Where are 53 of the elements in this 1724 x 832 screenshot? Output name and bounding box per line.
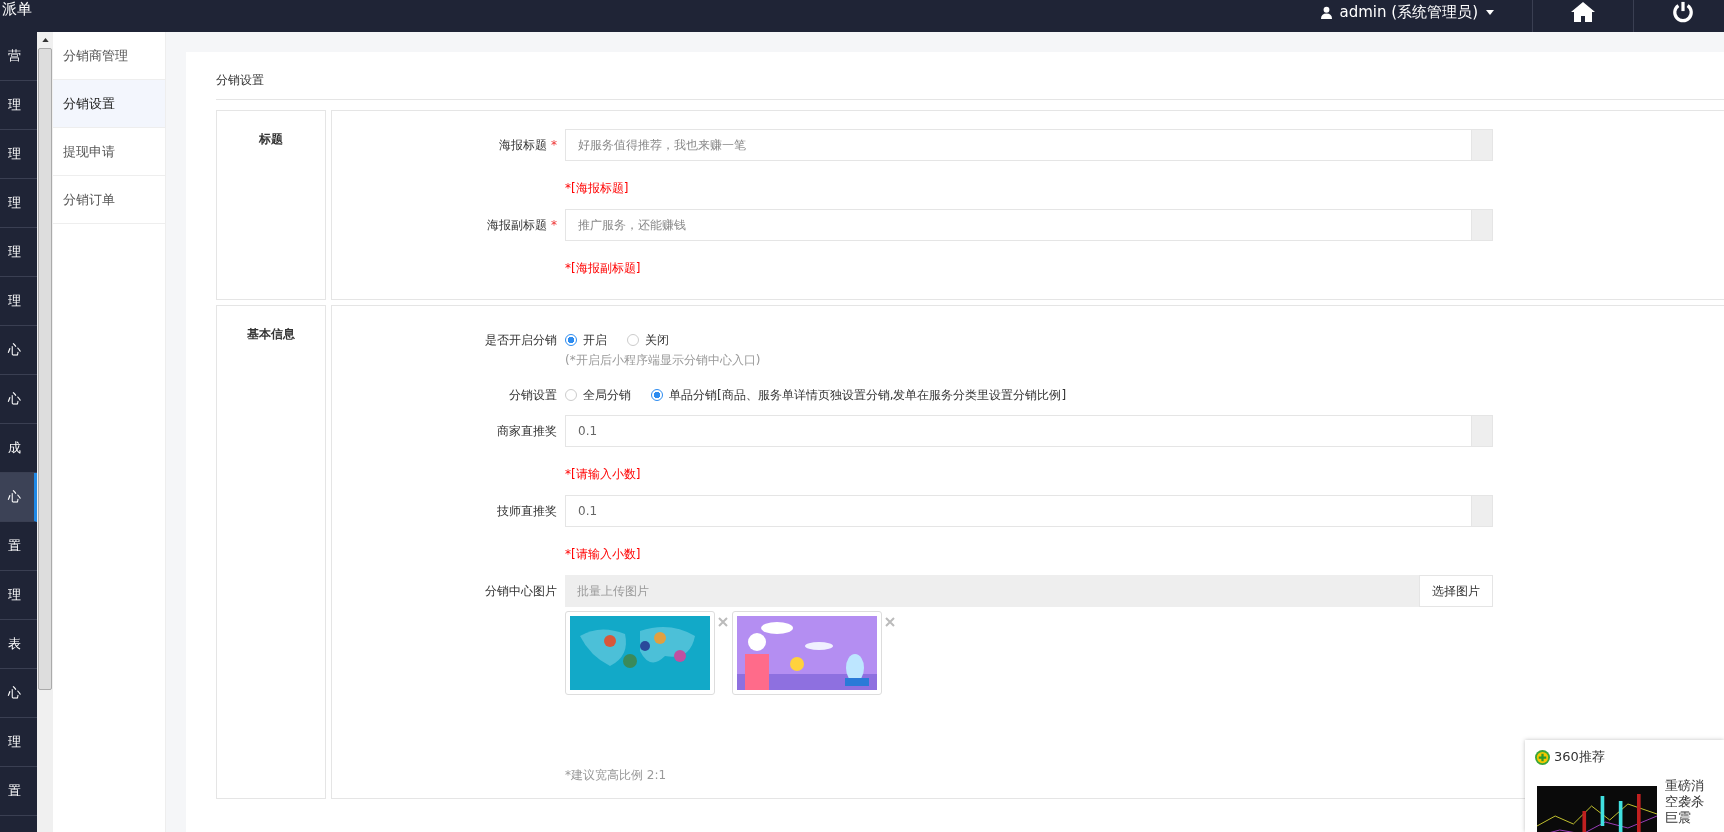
submenu-item[interactable]: 提现申请 — [53, 128, 165, 176]
option-label[interactable]: 单品分销[商品、服务单详情页独设置分销,发单在服务分类里设置分销比例] — [669, 386, 1067, 404]
power-icon[interactable] — [1672, 1, 1694, 23]
submenu-item[interactable]: 分销设置 — [53, 80, 165, 128]
option-label[interactable]: 全局分销 — [583, 386, 631, 404]
user-menu[interactable]: admin (系统管理员) — [1339, 2, 1478, 22]
scroll-thumb[interactable] — [38, 48, 52, 690]
submenu-item[interactable]: 分销订单 — [53, 176, 165, 224]
input-field[interactable]: 推广服务，还能赚钱 — [565, 209, 1472, 241]
field-label: 是否开启分销 — [485, 333, 557, 347]
home-icon[interactable] — [1571, 2, 1595, 22]
scroll-up-icon[interactable] — [41, 38, 49, 42]
hint-text: *建议宽高比例 2:1 — [565, 767, 668, 784]
plus-icon — [1535, 749, 1550, 765]
input-addon — [1472, 129, 1493, 161]
field-label: 分销中心图片 — [485, 584, 557, 598]
required-mark: * — [551, 138, 557, 152]
radio-button[interactable] — [565, 334, 577, 346]
option-label[interactable]: 关闭 — [645, 331, 669, 349]
field-label: 技师直推奖 — [497, 504, 557, 518]
page-title: 分销设置 — [216, 52, 1724, 100]
error-text: *[请输入小数] — [565, 546, 642, 563]
input-addon — [1472, 415, 1493, 447]
error-text: *[海报标题] — [565, 180, 630, 197]
field-label: 商家直推奖 — [497, 424, 557, 438]
app-title: 派单 — [2, 0, 32, 19]
option-label[interactable]: 开启 — [583, 331, 607, 349]
field-label: 海报标题 — [499, 138, 547, 152]
required-mark: * — [551, 218, 557, 232]
user-icon — [1320, 5, 1332, 19]
input-addon — [1472, 495, 1493, 527]
input-field[interactable]: 0.1 — [565, 495, 1472, 527]
close-icon[interactable] — [885, 617, 895, 627]
caret-icon — [1486, 9, 1494, 15]
input-field[interactable]: 0.1 — [565, 415, 1472, 447]
input-field[interactable]: 好服务值得推荐，我也来赚一笔 — [565, 129, 1472, 161]
headline-text[interactable]: 空袭杀 — [1665, 794, 1704, 810]
popup-title: 360推荐 — [1554, 748, 1605, 766]
input-addon — [1472, 209, 1493, 241]
section-title: 标题 — [259, 132, 283, 146]
headline-text[interactable]: 重磅消 — [1665, 778, 1704, 794]
field-label: 分销设置 — [509, 388, 557, 402]
error-text: *[请输入小数] — [565, 466, 642, 483]
radio-button[interactable] — [651, 389, 663, 401]
field-label: 海报副标题 — [487, 218, 547, 232]
sidebar-item[interactable]: 心 — [0, 473, 37, 522]
section-title: 基本信息 — [247, 327, 295, 341]
error-text: *[海报副标题] — [565, 260, 642, 277]
choose-image-button[interactable]: 选择图片 — [1419, 575, 1493, 607]
scrollbar[interactable] — [37, 32, 53, 832]
headline-text[interactable]: 巨震 — [1665, 810, 1704, 826]
hint-text: (*开启后小程序端显示分销中心入口) — [565, 352, 762, 369]
close-icon[interactable] — [718, 617, 728, 627]
